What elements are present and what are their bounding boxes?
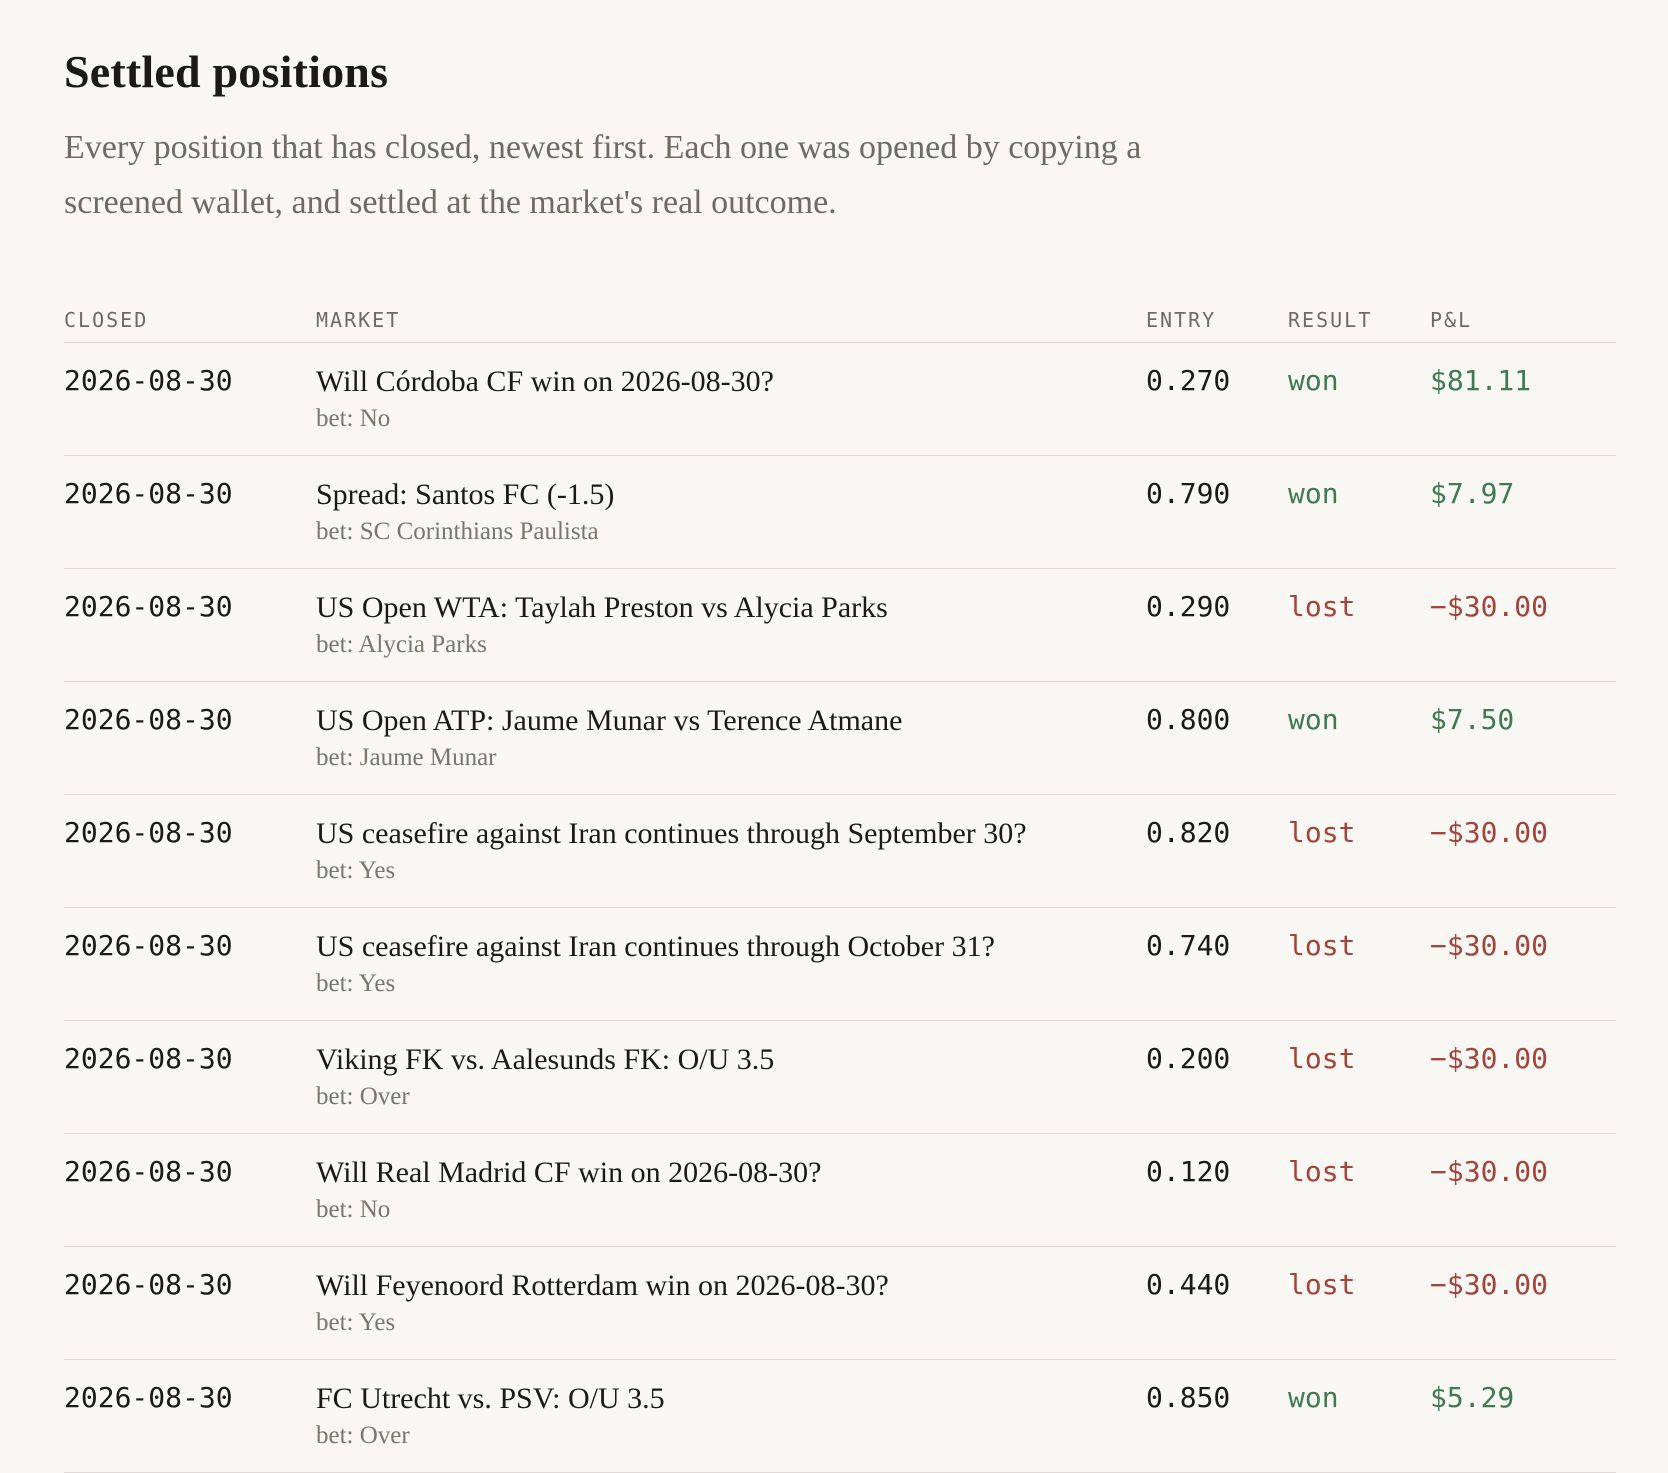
column-header-closed: CLOSED [64,308,149,332]
market-cell: US ceasefire against Iran continues thro… [316,795,1146,886]
market-question: Will Feyenoord Rotterdam win on 2026-08-… [316,1269,889,1302]
market-cell: Will Feyenoord Rotterdam win on 2026-08-… [316,1247,1146,1338]
pnl-value: −$30.00 [1430,1155,1549,1188]
pnl-value: −$30.00 [1430,590,1549,623]
table-row: 2026-08-30 Viking FK vs. Aalesunds FK: O… [64,1021,1616,1134]
pnl-value: $7.50 [1430,703,1515,736]
page-title: Settled positions [64,46,389,97]
result-status: lost [1288,816,1356,849]
result-status: lost [1288,590,1356,623]
market-cell: Viking FK vs. Aalesunds FK: O/U 3.5 bet:… [316,1021,1146,1112]
closed-date: 2026-08-30 [64,364,233,397]
market-question: US ceasefire against Iran continues thro… [316,930,995,963]
market-cell: Will Córdoba CF win on 2026-08-30? bet: … [316,343,1146,434]
table-row: 2026-08-30 US Open WTA: Taylah Preston v… [64,569,1616,682]
market-cell: FC Utrecht vs. PSV: O/U 3.5 bet: Over [316,1360,1146,1451]
closed-date: 2026-08-30 [64,1042,233,1075]
market-question: Viking FK vs. Aalesunds FK: O/U 3.5 [316,1043,775,1076]
table-row: 2026-08-30 FC Utrecht vs. PSV: O/U 3.5 b… [64,1360,1616,1473]
bet-side: bet: SC Corinthians Paulista [316,518,599,545]
result-status: lost [1288,1042,1356,1075]
positions-table: CLOSED MARKET ENTRY RESULT P&L 2026-08-3… [64,298,1616,1473]
column-header-result: RESULT [1288,308,1373,332]
market-question: US Open ATP: Jaume Munar vs Terence Atma… [316,704,903,737]
settled-positions-page: Settled positions Every position that ha… [0,0,1668,1473]
column-header-pnl: P&L [1430,308,1473,332]
pnl-value: $7.97 [1430,477,1515,510]
result-status: lost [1288,1155,1356,1188]
market-question: Will Córdoba CF win on 2026-08-30? [316,365,774,398]
entry-price: 0.290 [1146,590,1231,623]
market-cell: US Open ATP: Jaume Munar vs Terence Atma… [316,682,1146,773]
entry-price: 0.200 [1146,1042,1231,1075]
entry-price: 0.120 [1146,1155,1231,1188]
table-row: 2026-08-30 Will Feyenoord Rotterdam win … [64,1247,1616,1360]
closed-date: 2026-08-30 [64,1155,233,1188]
market-cell: US Open WTA: Taylah Preston vs Alycia Pa… [316,569,1146,660]
table-row: 2026-08-30 Will Córdoba CF win on 2026-0… [64,343,1616,456]
entry-price: 0.850 [1146,1381,1231,1414]
market-cell: Spread: Santos FC (-1.5) bet: SC Corinth… [316,456,1146,547]
pnl-value: −$30.00 [1430,929,1549,962]
entry-price: 0.800 [1146,703,1231,736]
closed-date: 2026-08-30 [64,1268,233,1301]
entry-price: 0.790 [1146,477,1231,510]
page-intro: Every position that has closed, newest f… [64,129,1142,221]
table-header: CLOSED MARKET ENTRY RESULT P&L [64,298,1616,343]
table-row: 2026-08-30 Spread: Santos FC (-1.5) bet:… [64,456,1616,569]
market-question: Will Real Madrid CF win on 2026-08-30? [316,1156,822,1189]
closed-date: 2026-08-30 [64,590,233,623]
market-question: US Open WTA: Taylah Preston vs Alycia Pa… [316,591,888,624]
bet-side: bet: No [316,1196,391,1223]
entry-price: 0.740 [1146,929,1231,962]
bet-side: bet: Alycia Parks [316,631,487,658]
bet-side: bet: Yes [316,1309,396,1336]
result-status: won [1288,477,1339,510]
result-status: lost [1288,1268,1356,1301]
pnl-value: $81.11 [1430,364,1532,397]
table-row: 2026-08-30 US ceasefire against Iran con… [64,908,1616,1021]
table-row: 2026-08-30 Will Real Madrid CF win on 20… [64,1134,1616,1247]
pnl-value: −$30.00 [1430,1042,1549,1075]
result-status: won [1288,703,1339,736]
entry-price: 0.820 [1146,816,1231,849]
market-cell: US ceasefire against Iran continues thro… [316,908,1146,999]
result-status: won [1288,1381,1339,1414]
pnl-value: $5.29 [1430,1381,1515,1414]
column-header-entry: ENTRY [1146,308,1217,332]
bet-side: bet: Yes [316,970,396,997]
entry-price: 0.270 [1146,364,1231,397]
entry-price: 0.440 [1146,1268,1231,1301]
market-question: Spread: Santos FC (-1.5) [316,478,615,511]
market-question: FC Utrecht vs. PSV: O/U 3.5 [316,1382,665,1415]
closed-date: 2026-08-30 [64,816,233,849]
bet-side: bet: Over [316,1422,410,1449]
market-question: US ceasefire against Iran continues thro… [316,817,1027,850]
result-status: won [1288,364,1339,397]
bet-side: bet: Over [316,1083,410,1110]
bet-side: bet: No [316,405,391,432]
pnl-value: −$30.00 [1430,1268,1549,1301]
pnl-value: −$30.00 [1430,816,1549,849]
table-row: 2026-08-30 US ceasefire against Iran con… [64,795,1616,908]
table-row: 2026-08-30 US Open ATP: Jaume Munar vs T… [64,682,1616,795]
closed-date: 2026-08-30 [64,1381,233,1414]
closed-date: 2026-08-30 [64,703,233,736]
market-cell: Will Real Madrid CF win on 2026-08-30? b… [316,1134,1146,1225]
column-header-market: MARKET [316,308,401,332]
bet-side: bet: Yes [316,857,396,884]
closed-date: 2026-08-30 [64,477,233,510]
result-status: lost [1288,929,1356,962]
bet-side: bet: Jaume Munar [316,744,497,771]
closed-date: 2026-08-30 [64,929,233,962]
